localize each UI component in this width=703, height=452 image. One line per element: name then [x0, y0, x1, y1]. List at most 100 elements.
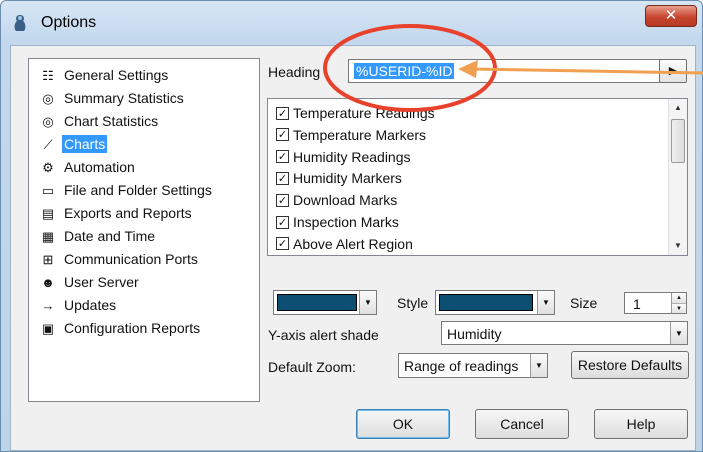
dialog-button-bar: OK Cancel Help — [11, 404, 695, 450]
default-zoom-label: Default Zoom: — [268, 359, 356, 375]
nav-item-label: Updates — [64, 297, 117, 313]
arrow-right-icon: → — [41, 297, 55, 313]
checklist-item[interactable]: ✓ Inspection Marks — [276, 212, 399, 232]
alert-shade-select[interactable]: Humidity ▼ — [441, 321, 688, 345]
cancel-button[interactable]: Cancel — [475, 409, 569, 439]
style-label: Style — [397, 295, 429, 311]
charts-icon: ⟋ — [43, 136, 53, 152]
chevron-down-icon[interactable]: ▼ — [530, 354, 547, 377]
size-value: 1 — [633, 296, 641, 312]
restore-defaults-button[interactable]: Restore Defaults — [571, 351, 689, 379]
close-button[interactable]: ✕ — [645, 5, 697, 27]
checklist-item[interactable]: ✓ Above Alert Region — [276, 234, 413, 254]
scroll-thumb[interactable] — [671, 119, 685, 163]
size-spinner[interactable]: 1 ▲ ▼ — [624, 292, 687, 314]
nav-item-configuration-reports[interactable]: ▣ Configuration Reports — [39, 318, 202, 338]
nav-item-chart-statistics[interactable]: ◎ Chart Statistics — [39, 111, 160, 131]
automation-icon: ⚙ — [42, 159, 54, 175]
nav-item-charts[interactable]: ⟋ Charts — [39, 134, 108, 154]
nav-item-label: Communication Ports — [64, 251, 198, 267]
checklist-item[interactable]: ✓ Temperature Markers — [276, 125, 426, 145]
nav-item-label: Exports and Reports — [64, 205, 192, 221]
checklist-item-label: Inspection Marks — [293, 214, 399, 230]
chevron-down-icon[interactable]: ▼ — [670, 322, 687, 344]
nav-item-file-and-folder-settings[interactable]: ▭ File and Folder Settings — [39, 180, 214, 200]
alert-shade-value: Humidity — [447, 326, 502, 342]
checklist-item-label: Humidity Readings — [293, 148, 411, 165]
nav-item-summary-statistics[interactable]: ◎ Summary Statistics — [39, 88, 186, 108]
nav-item-general-settings[interactable]: ☷ General Settings — [39, 65, 170, 85]
nav-item-user-server[interactable]: ☻ User Server — [39, 272, 141, 292]
nav-item-label: File and Folder Settings — [64, 182, 212, 198]
checked-checkbox-icon[interactable]: ✓ — [276, 171, 289, 185]
size-label: Size — [570, 295, 598, 311]
options-app-icon — [14, 15, 26, 31]
ok-button[interactable]: OK — [356, 409, 450, 439]
general-settings-icon: ☷ — [42, 67, 54, 83]
heading-input-value: %USERID-%ID — [354, 63, 455, 79]
play-arrow-icon: ▶ — [668, 65, 678, 77]
calendar-icon: ▦ — [41, 228, 55, 244]
config-report-icon: ▣ — [41, 320, 55, 336]
port-icon: ⊞ — [42, 251, 54, 267]
line-color-swatch — [277, 294, 357, 311]
checked-checkbox-icon[interactable]: ✓ — [276, 106, 289, 120]
size-spin-buttons[interactable]: ▲ ▼ — [671, 293, 686, 313]
nav-item-label: Automation — [64, 159, 135, 175]
nav-item-label: Configuration Reports — [64, 320, 201, 336]
line-style-swatch — [439, 294, 533, 311]
scroll-up-icon[interactable]: ▲ — [669, 99, 687, 117]
chart-statistics-icon: ◎ — [42, 113, 54, 129]
nav-item-label: Summary Statistics — [64, 90, 184, 106]
checklist-item-label: Temperature Markers — [293, 126, 427, 143]
default-zoom-value: Range of readings — [404, 358, 519, 374]
checklist-scrollbar[interactable]: ▲ ▼ — [668, 99, 687, 255]
checklist-item[interactable]: ✓ Humidity Markers — [276, 168, 402, 188]
dialog-client-area: ☷ General Settings ◎ Summary Statistics ◎ Cha… — [10, 45, 696, 451]
nav-item-label: General Settings — [64, 67, 169, 83]
line-color-picker[interactable]: ▼ — [273, 290, 377, 315]
nav-item-label: Charts — [62, 135, 108, 153]
options-dialog: Options ✕ ☷ General Settings ◎ Summary Stat… — [0, 0, 703, 452]
alert-shade-label: Y-axis alert shade — [268, 327, 379, 343]
checked-checkbox-icon[interactable]: ✓ — [276, 150, 289, 164]
heading-insert-field-button[interactable]: ▶ — [659, 59, 687, 83]
user-server-icon: ☻ — [41, 274, 55, 290]
checklist-item[interactable]: ✓ Temperature Readings — [276, 103, 435, 123]
nav-item-exports-and-reports[interactable]: ▤ Exports and Reports — [39, 203, 194, 223]
checklist-item[interactable]: ✓ Humidity Readings — [276, 147, 411, 167]
summary-statistics-icon: ◎ — [42, 90, 54, 106]
checked-checkbox-icon[interactable]: ✓ — [276, 237, 289, 251]
checklist-item-label: Above Alert Region — [293, 235, 413, 252]
checked-checkbox-icon[interactable]: ✓ — [276, 193, 289, 207]
window-title: Options — [41, 14, 97, 31]
nav-item-automation[interactable]: ⚙ Automation — [39, 157, 137, 177]
spin-up-icon[interactable]: ▲ — [672, 293, 686, 303]
nav-item-label: Date and Time — [64, 228, 156, 244]
checklist-item-label: Humidity Markers — [293, 170, 402, 187]
chevron-down-icon[interactable]: ▼ — [537, 291, 554, 314]
nav-item-label: Chart Statistics — [64, 113, 159, 129]
nav-item-label: User Server — [64, 274, 139, 290]
checklist-item-label: Temperature Readings — [293, 105, 435, 121]
checked-checkbox-icon[interactable]: ✓ — [276, 128, 289, 142]
default-zoom-select[interactable]: Range of readings ▼ — [398, 353, 548, 378]
heading-input[interactable]: %USERID-%ID — [348, 59, 679, 83]
checklist-item[interactable]: ✓ Download Marks — [276, 190, 397, 210]
nav-item-communication-ports[interactable]: ⊞ Communication Ports — [39, 249, 200, 269]
help-button[interactable]: Help — [594, 409, 688, 439]
chevron-down-icon[interactable]: ▼ — [359, 291, 376, 314]
options-category-list: ☷ General Settings ◎ Summary Statistics ◎ Cha… — [28, 58, 260, 402]
scroll-down-icon[interactable]: ▼ — [669, 237, 687, 255]
folder-icon: ▭ — [41, 182, 55, 198]
nav-item-updates[interactable]: → Updates — [39, 295, 118, 315]
nav-item-date-and-time[interactable]: ▦ Date and Time — [39, 226, 157, 246]
exports-icon: ▤ — [41, 205, 55, 221]
checklist-item-label: Download Marks — [293, 192, 398, 209]
spin-down-icon[interactable]: ▼ — [672, 303, 686, 313]
heading-label: Heading — [268, 64, 321, 80]
title-bar: Options ✕ — [1, 1, 702, 43]
line-style-select[interactable]: ▼ — [435, 290, 555, 315]
checked-checkbox-icon[interactable]: ✓ — [276, 215, 289, 229]
chart-elements-checklist: ✓ Above Alert Region ✓ Inspection Marks ✓ Dow… — [267, 98, 688, 256]
